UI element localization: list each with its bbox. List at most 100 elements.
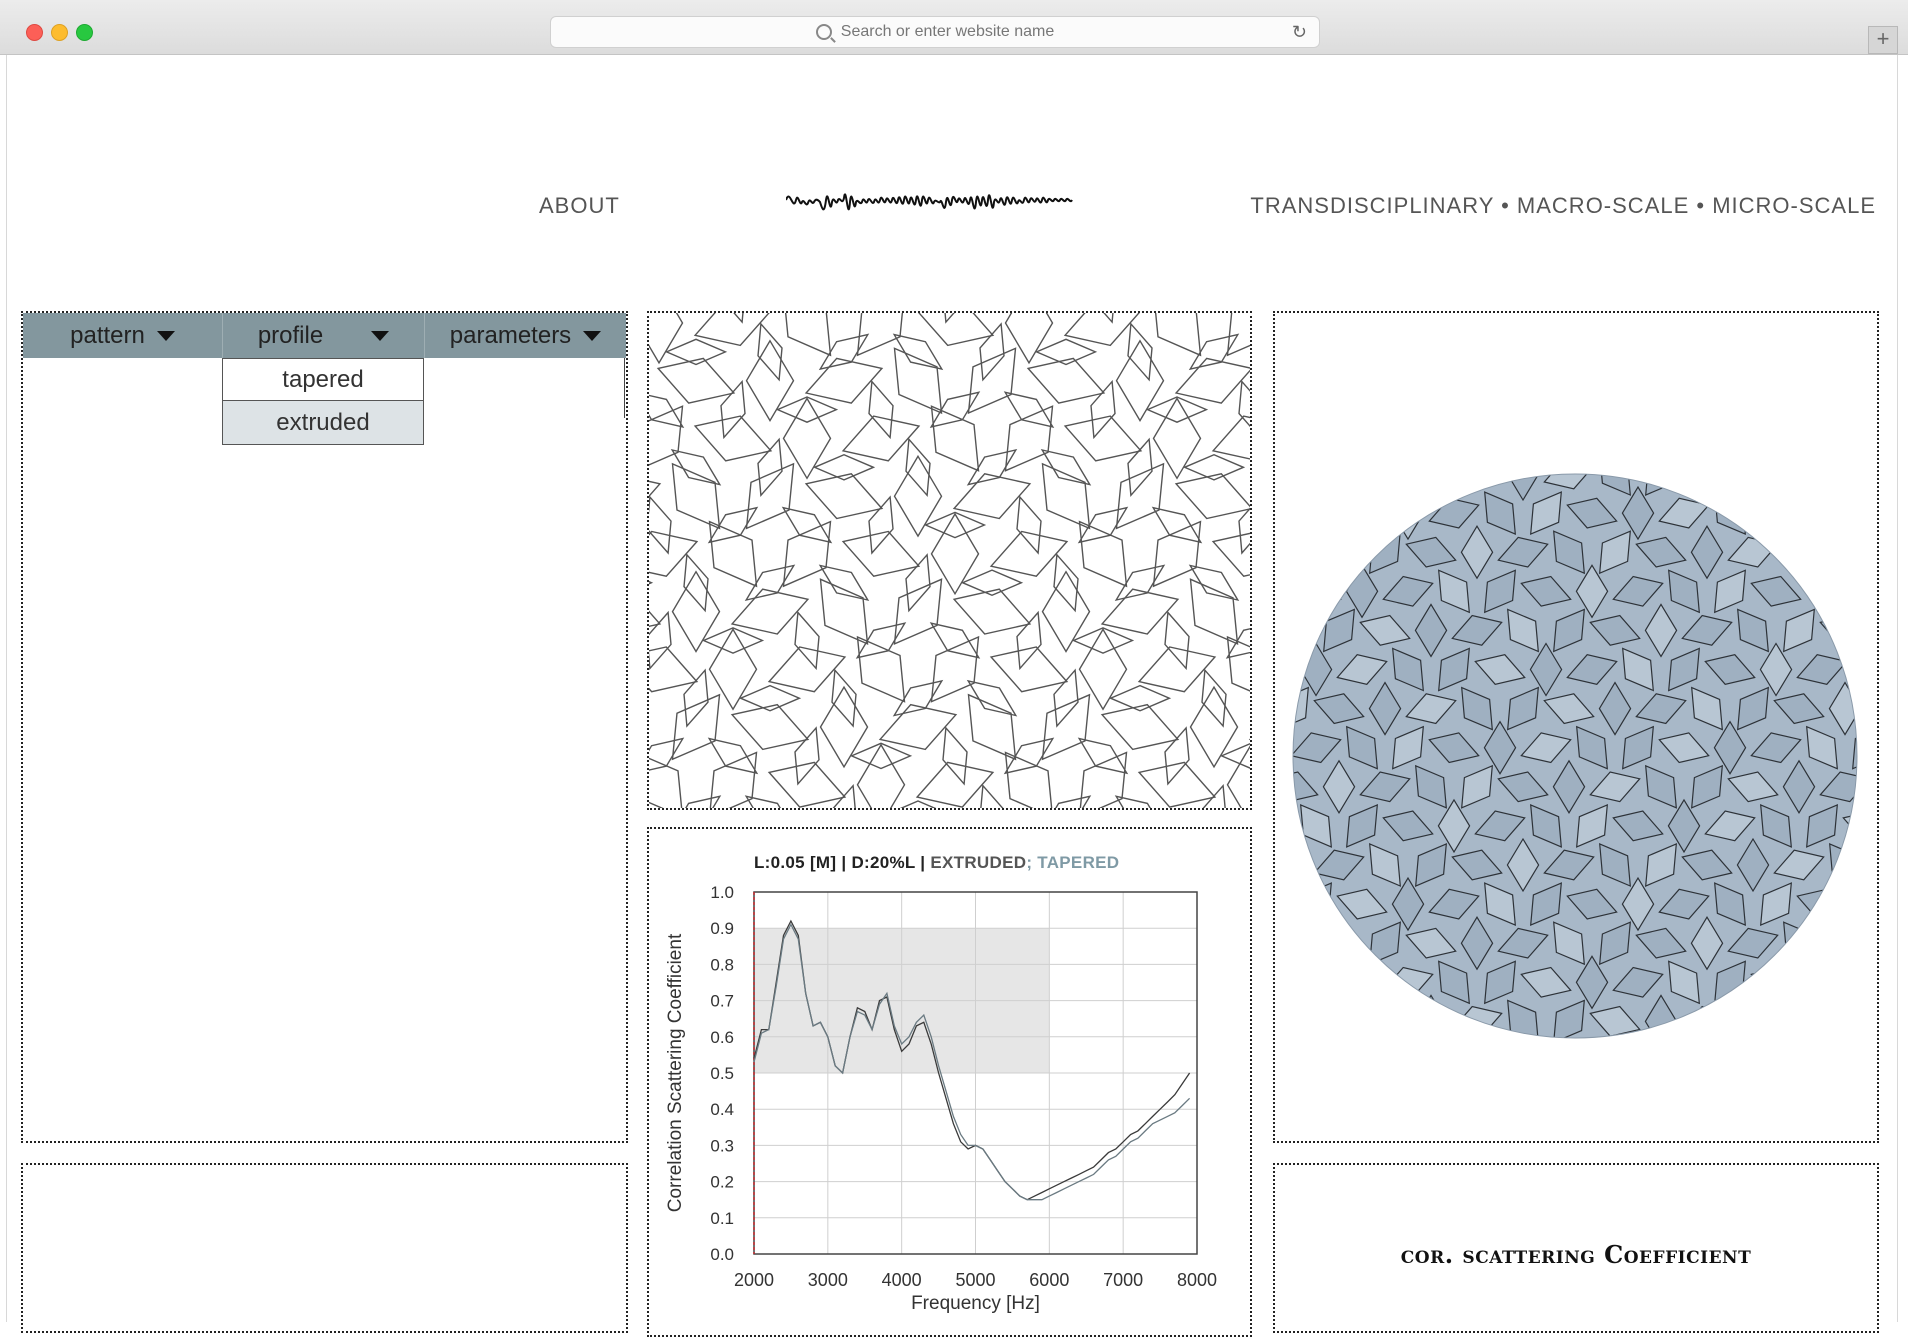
diffuser-tile (1475, 420, 1524, 450)
thin-rhombus-tile (1114, 795, 1151, 808)
controls-panel: pattern profile parameters tapered extru… (21, 311, 628, 1143)
thin-rhombus-tile (683, 668, 709, 728)
diffuser-tile (1829, 474, 1857, 496)
rhombus-tile (649, 313, 684, 365)
thin-rhombus-tile (1053, 668, 1079, 728)
thin-rhombus-tile (1164, 610, 1190, 671)
tab-profile[interactable]: profile (222, 313, 424, 358)
x-tick-label: 7000 (1103, 1270, 1143, 1290)
profile-option-tapered[interactable]: tapered (222, 358, 424, 401)
rhombus-tile (1041, 693, 1091, 761)
diffuser-tile (1359, 1005, 1411, 1037)
minimize-window-icon[interactable] (51, 24, 68, 41)
thin-rhombus-tile (649, 394, 685, 428)
diffuser-tile (1438, 409, 1469, 461)
y-tick-label: 0.7 (710, 992, 734, 1011)
y-tick-label: 0.5 (710, 1064, 734, 1083)
thin-rhombus-tile (1238, 379, 1250, 428)
profile-option-extruded[interactable]: extruded (222, 401, 424, 445)
rhombus-tile (841, 530, 921, 577)
diffuser-tile (1736, 474, 1770, 502)
diffuser-tile (1760, 491, 1792, 536)
controls-tabbar: pattern profile parameters (23, 313, 626, 358)
thin-rhombus-tile (849, 742, 913, 770)
thin-rhombus-tile (1201, 668, 1227, 728)
waveform-logo-icon[interactable] (786, 178, 1118, 228)
rhombus-tile (893, 454, 943, 538)
empty-panel (21, 1163, 628, 1333)
diffuser-tile (1383, 420, 1432, 450)
diffuser-tile (1796, 497, 1848, 529)
reload-icon[interactable]: ↻ (1292, 22, 1307, 43)
rhombus-tile (649, 646, 699, 693)
tab-pattern[interactable]: pattern (23, 313, 222, 358)
thin-rhombus-tile (1145, 396, 1209, 423)
thin-rhombus-tile (980, 784, 1004, 808)
diffuser-tile (1275, 961, 1285, 1003)
maximize-window-icon[interactable] (76, 24, 93, 41)
diffuser-tile (1783, 999, 1815, 1038)
diffuser-tile (1851, 876, 1857, 932)
y-tick-label: 1.0 (710, 883, 734, 902)
rhombus-tile (819, 685, 869, 769)
rhombus-tile (1115, 462, 1165, 530)
thin-rhombus-tile (905, 553, 931, 613)
rhombus-tile (649, 530, 699, 577)
tab-parameters[interactable]: parameters (424, 313, 626, 358)
diffuser-tile (1301, 414, 1332, 456)
y-tick-label: 0.2 (710, 1173, 734, 1192)
rhombus-tile (1211, 415, 1250, 460)
nav-about-link[interactable]: ABOUT (539, 193, 620, 219)
diffuser-tile (1336, 497, 1388, 529)
y-tick-label: 0.1 (710, 1209, 734, 1228)
thin-rhombus-tile (1127, 437, 1153, 497)
rhombus-tile (856, 743, 906, 808)
diffuser-tile (1783, 921, 1815, 966)
diffuser-tile (1293, 999, 1309, 1038)
rhombus-tile (930, 512, 980, 596)
rhombus-tile (649, 405, 684, 466)
close-window-icon[interactable] (26, 24, 43, 41)
diffuser-tile (1681, 474, 1733, 490)
diffuser-tile (1293, 927, 1319, 959)
diffuser-tile (1876, 844, 1877, 886)
thin-rhombus-tile (923, 511, 987, 539)
x-axis-label: Frequency [Hz] (911, 1293, 1040, 1314)
thin-rhombus-tile (1016, 495, 1042, 555)
thin-rhombus-tile (1090, 379, 1116, 440)
thin-rhombus-tile (905, 437, 931, 497)
rhombus-tile (1211, 532, 1250, 577)
thin-rhombus-tile (757, 437, 783, 497)
diffuser-tile (1843, 420, 1877, 450)
y-tick-label: 0.4 (710, 1100, 734, 1119)
thin-rhombus-tile (685, 795, 722, 808)
diffuser-tile (1293, 575, 1342, 607)
y-tick-label: 0.6 (710, 1028, 734, 1047)
diffuser-tile (1300, 491, 1332, 536)
thin-rhombus-tile (1103, 313, 1114, 324)
rhombus-tile (1189, 685, 1239, 769)
diffuser-tile (1875, 995, 1877, 1047)
diffuser-tile (1275, 883, 1285, 925)
thin-rhombus-tile (794, 726, 820, 786)
rhombus-tile (1041, 570, 1091, 653)
diffuser-tile (1275, 570, 1285, 612)
diffuser-tile (1829, 921, 1857, 966)
rhombus-tile (767, 761, 847, 808)
rhombus-tile (671, 693, 721, 761)
thin-rhombus-tile (775, 396, 839, 423)
thin-rhombus-tile (649, 495, 672, 555)
diffuser-tile (1323, 999, 1355, 1038)
rhombus-tile (708, 628, 758, 711)
address-bar[interactable]: Search or enter website name ↻ (550, 16, 1320, 48)
profile-dropdown: tapered extruded (222, 358, 424, 445)
diffuser-tile (1293, 837, 1310, 893)
rhombus-tile (745, 462, 795, 530)
new-tab-button[interactable]: + (1868, 26, 1898, 54)
address-placeholder: Search or enter website name (840, 23, 1055, 40)
diffuser-tile (1275, 722, 1286, 774)
diffuser-tile (1293, 810, 1296, 842)
nav-scales-link[interactable]: TRANSDISCIPLINARY • MACRO-SCALE • MICRO-… (1250, 193, 1876, 219)
tab-parameters-label: parameters (449, 321, 572, 349)
y-tick-label: 0.8 (710, 955, 734, 974)
